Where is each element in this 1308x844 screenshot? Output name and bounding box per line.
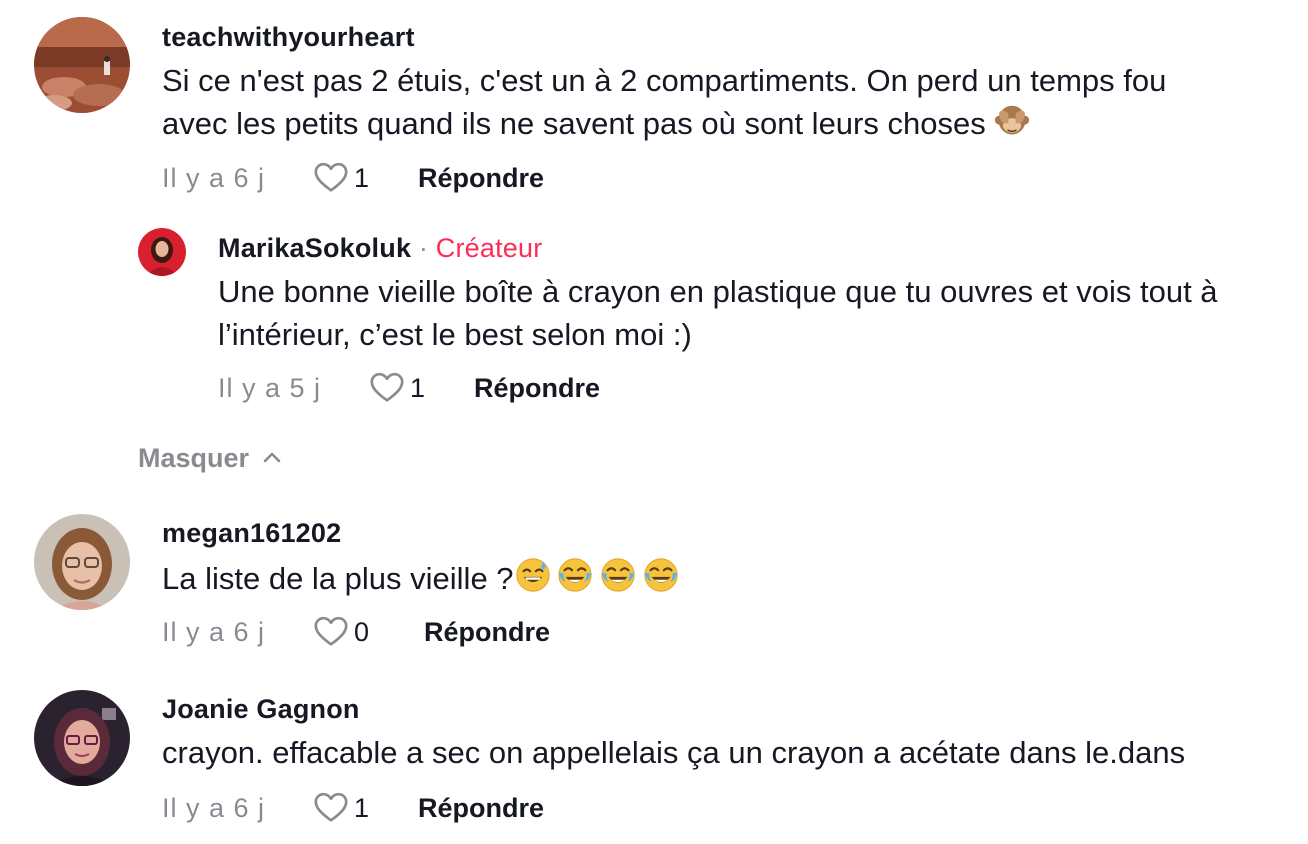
comment-text: La liste de la plus vieille ? <box>162 556 1292 600</box>
comment-text-line: l’intérieur, c’est le best selon moi :) <box>218 317 692 352</box>
avatar[interactable] <box>138 228 186 276</box>
comment-timestamp: Il y a 6 j <box>162 162 266 193</box>
like-button[interactable]: 1 <box>312 158 369 198</box>
comment-text-fragment: avec les petits quand ils ne savent pas … <box>162 106 986 141</box>
like-button[interactable]: 0 <box>312 612 369 652</box>
heart-icon <box>312 789 350 827</box>
heart-icon <box>312 159 350 197</box>
comment-username[interactable]: MarikaSokoluk · Créateur <box>218 233 542 264</box>
separator: · <box>418 233 429 263</box>
comment-timestamp: Il y a 6 j <box>162 792 266 823</box>
like-count: 0 <box>354 616 370 647</box>
comment-meta: Il y a 6 j 1 Répondre <box>162 158 582 198</box>
reply-button[interactable]: Répondre <box>474 368 600 408</box>
username-link[interactable]: teachwithyourheart <box>162 22 415 52</box>
comment-meta: Il y a 5 j 1 Répondre <box>218 368 638 408</box>
reply-button[interactable]: Répondre <box>418 158 544 198</box>
comment-text: Si ce n'est pas 2 étuis, c'est un à 2 co… <box>162 59 1292 145</box>
heart-icon <box>312 613 350 651</box>
comment-timestamp: Il y a 6 j <box>162 616 266 647</box>
tears-of-joy-icon <box>641 556 681 594</box>
comment-text: crayon. effacable a sec on appellelais ç… <box>162 731 1292 774</box>
hide-replies-label: Masquer <box>138 442 250 473</box>
comment-text-line: avec les petits quand ils ne savent pas … <box>162 102 1292 145</box>
reply-button[interactable]: Répondre <box>424 612 550 652</box>
tears-of-joy-icon <box>598 556 638 594</box>
avatar[interactable] <box>34 514 130 610</box>
avatar[interactable] <box>34 17 130 113</box>
avatar[interactable] <box>34 690 130 786</box>
comment-meta: Il y a 6 j 1 Répondre <box>162 788 582 828</box>
username-link[interactable]: megan161202 <box>162 518 341 548</box>
chevron-up-icon <box>263 452 281 463</box>
comment-username[interactable]: teachwithyourheart <box>162 22 415 53</box>
comment-username[interactable]: megan161202 <box>162 518 341 549</box>
tears-of-joy-icon <box>555 556 595 594</box>
comment-timestamp: Il y a 5 j <box>218 372 322 403</box>
comment-username[interactable]: Joanie Gagnon <box>162 694 360 725</box>
comment-text-line: Une bonne vieille boîte à crayon en plas… <box>218 274 1218 309</box>
reply-button[interactable]: Répondre <box>418 788 544 828</box>
like-count: 1 <box>354 792 370 823</box>
like-button[interactable]: 1 <box>368 368 425 408</box>
creator-badge: Créateur <box>435 233 543 263</box>
comment-text-line: crayon. effacable a sec on appellelais ç… <box>162 735 1186 770</box>
like-count: 1 <box>410 372 426 403</box>
like-count: 1 <box>354 162 370 193</box>
hide-replies-button[interactable]: Masquer <box>138 438 285 478</box>
username-link[interactable]: MarikaSokoluk <box>218 233 411 263</box>
comment-text-line: Si ce n'est pas 2 étuis, c'est un à 2 co… <box>162 63 1167 98</box>
heart-icon <box>368 369 406 407</box>
like-button[interactable]: 1 <box>312 788 369 828</box>
see-no-evil-monkey-icon <box>994 103 1030 139</box>
comment-text-fragment: La liste de la plus vieille ? <box>162 561 514 596</box>
grinning-sweat-icon <box>514 556 552 594</box>
comment-text: Une bonne vieille boîte à crayon en plas… <box>218 270 1308 356</box>
username-link[interactable]: Joanie Gagnon <box>162 694 360 724</box>
comment-meta: Il y a 6 j 0 Répondre <box>162 612 582 652</box>
